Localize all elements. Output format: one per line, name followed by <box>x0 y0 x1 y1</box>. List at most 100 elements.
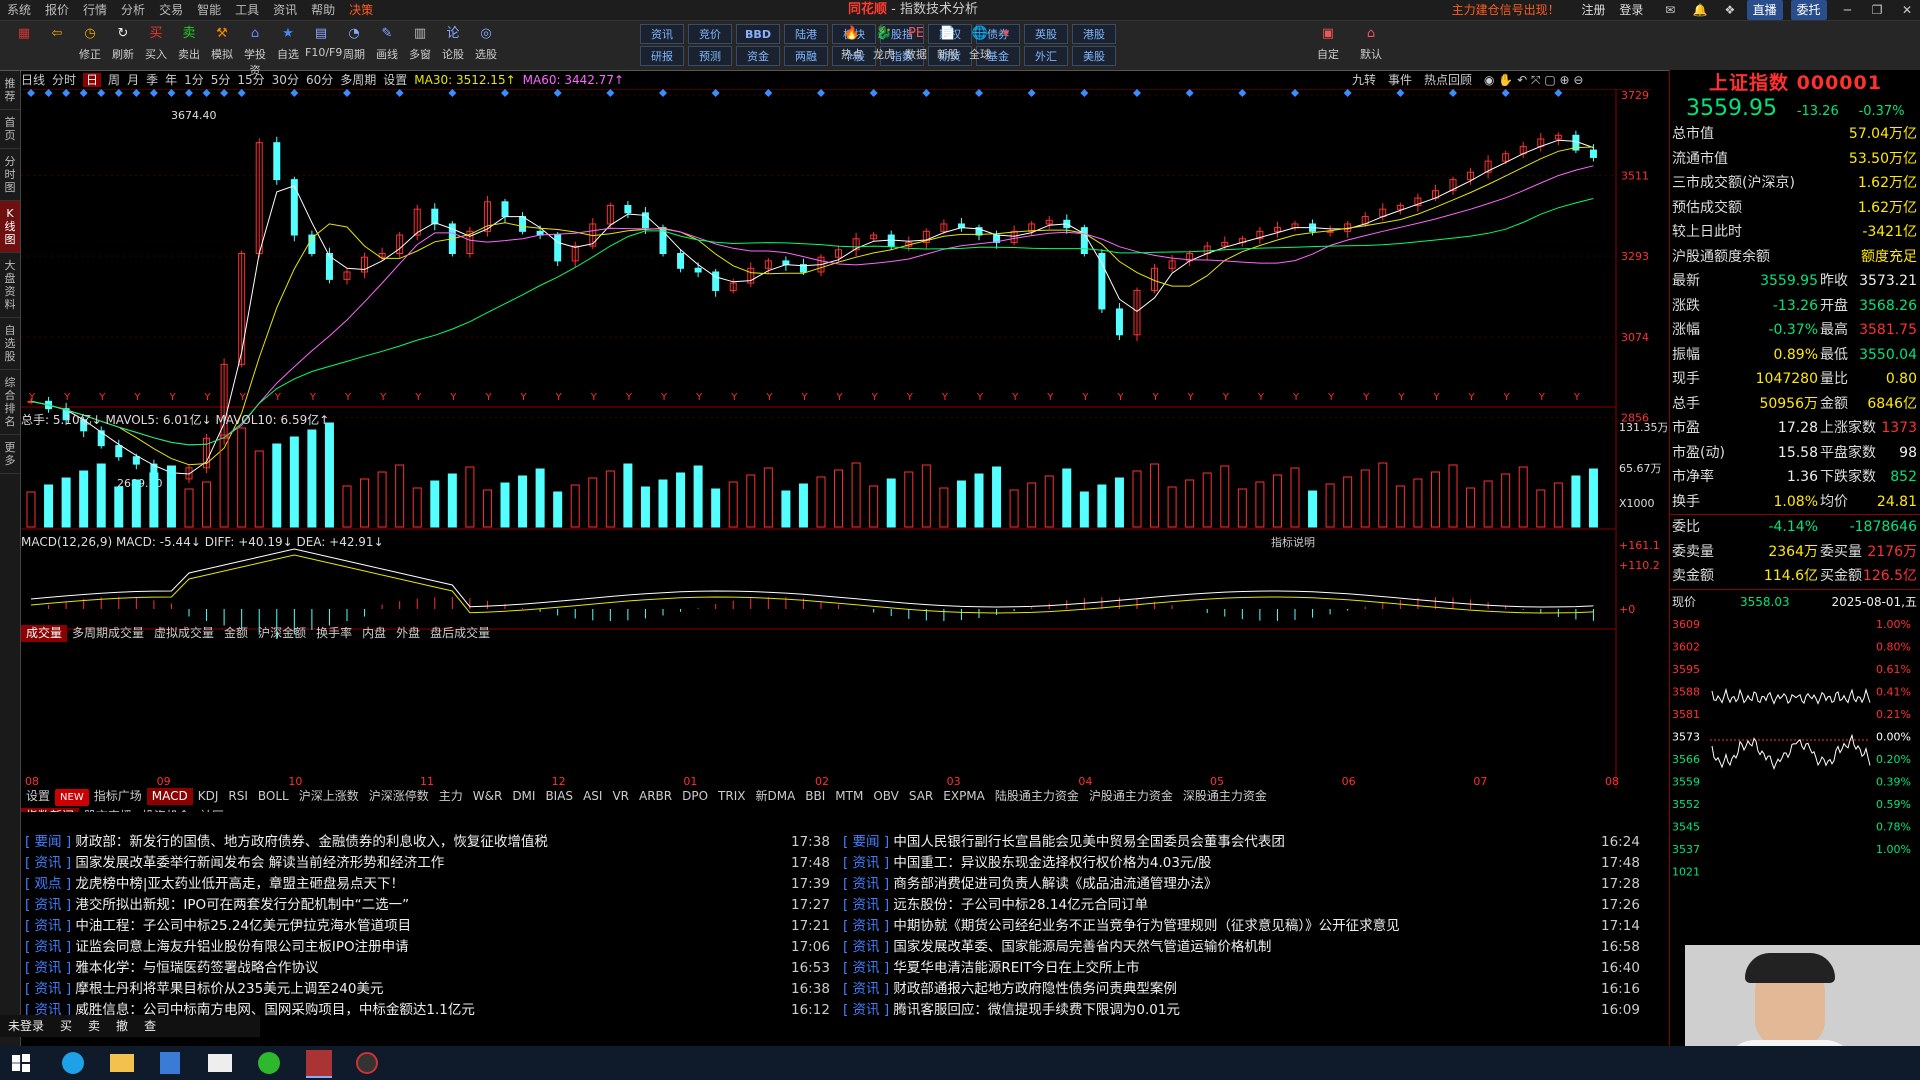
ind-tab-14[interactable]: VR <box>607 788 634 805</box>
news-item[interactable]: [ 资讯 ] 中期协就《期货公司经纪业务不正当竞争行为管理规则（征求意见稿）》公… <box>843 916 1641 937</box>
ind-tab-13[interactable]: ASI <box>578 788 607 805</box>
period-5[interactable]: 季 <box>146 73 158 87</box>
tool-right-3[interactable]: 📄 新股 <box>932 23 964 62</box>
ind-tab-16[interactable]: DPO <box>677 788 713 805</box>
recorder-icon[interactable] <box>356 1052 378 1074</box>
ind-tab-25[interactable]: 沪股通主力资金 <box>1084 788 1178 805</box>
news-title[interactable]: 中油工程：子公司中标25.24亿美元伊拉克海水管道项目 <box>75 918 411 934</box>
news-title[interactable]: 港交所拟出新规：IPO可在两套发行分配机制中“二选一” <box>75 897 409 913</box>
menu-5[interactable]: 智能 <box>190 0 228 20</box>
ind-tab-23[interactable]: EXPMA <box>938 788 990 805</box>
chart-tool-icons[interactable]: ◉ ✋ ↶ ⤧ ▢ ⊕ ⊖ <box>1484 73 1583 87</box>
chart-btn-1[interactable]: 事件 <box>1388 73 1412 87</box>
left-tab-7[interactable]: 更多 <box>0 435 20 474</box>
tool-right-5[interactable]: ▾ <box>990 23 1022 46</box>
quick-top-8[interactable]: 英股 <box>1024 24 1068 44</box>
toolbar-btn-5[interactable]: 卖卖出 <box>173 23 205 62</box>
quick-bot-8[interactable]: 外汇 <box>1024 46 1068 66</box>
quick-bot-0[interactable]: 研报 <box>640 46 684 66</box>
gift-icon[interactable]: ❖ <box>1717 0 1743 20</box>
agent-button[interactable]: 委托 <box>1790 0 1827 20</box>
left-tab-5[interactable]: 自选股 <box>0 318 20 370</box>
toolbar-btn-2[interactable]: ◷ 修正 <box>74 23 106 62</box>
news-title[interactable]: 中期协就《期货公司经纪业务不正当竞争行为管理规则（征求意见稿）》公开征求意见 <box>893 918 1399 934</box>
period-1[interactable]: 分时 <box>52 73 76 87</box>
period-7[interactable]: 1分 <box>184 73 204 87</box>
status-item-1[interactable]: 买 <box>60 1019 72 1033</box>
intraday-mini-chart[interactable]: 3609 3602 3595 3588 3581 3573 3566 3559 3552 3545… <box>1670 614 1920 914</box>
ind-tab-10[interactable]: W&R <box>468 788 508 805</box>
tool-right-7[interactable]: ⌂ 默认 <box>1355 23 1387 62</box>
news-title[interactable]: 远东股份：子公司中标28.14亿元合同订单 <box>893 897 1148 913</box>
news-item[interactable]: [ 资讯 ] 中国重工：异议股东现金选择权行权价格为4.03元/股 17:48 <box>843 853 1641 874</box>
tool-right-1[interactable]: 🐉 龙虎 <box>868 23 900 62</box>
menu-4[interactable]: 交易 <box>152 0 190 20</box>
toolbar-btn-13[interactable]: 论论股 <box>437 23 469 62</box>
news-title[interactable]: 财政部：新发行的国债、地方政府债券、金融债券的利息收入，恢复征收增值税 <box>75 834 548 850</box>
vol-tab-6[interactable]: 内盘 <box>357 625 391 642</box>
login-link[interactable]: 登录 <box>1619 3 1643 17</box>
ind-tab-20[interactable]: MTM <box>830 788 868 805</box>
menu-8[interactable]: 帮助 <box>304 0 342 20</box>
ind-tab-8[interactable]: 沪深涨停数 <box>364 788 434 805</box>
quick-top-9[interactable]: 港股 <box>1072 24 1116 44</box>
menu-0[interactable]: 系统 <box>0 0 38 20</box>
store-icon[interactable] <box>160 1052 180 1074</box>
news-item[interactable]: [ 资讯 ] 国家发展改革委举行新闻发布会 解读当前经济形势和经济工作 17:48 <box>25 853 831 874</box>
period-4[interactable]: 月 <box>127 73 139 87</box>
left-tab-4[interactable]: 大盘资料 <box>0 253 20 318</box>
tool-right-2[interactable]: PE 数据 <box>900 23 932 62</box>
vol-tab-0[interactable]: 成交量 <box>21 625 68 642</box>
news-item[interactable]: [ 资讯 ] 中油工程：子公司中标25.24亿美元伊拉克海水管道项目 17:21 <box>25 916 831 937</box>
ind-tab-24[interactable]: 陆股通主力资金 <box>990 788 1084 805</box>
news-title[interactable]: 雅本化学：与恒瑞医药签署战略合作协议 <box>75 960 318 976</box>
news-item[interactable]: [ 资讯 ] 华夏华电清洁能源REIT今日在上交所上市 16:40 <box>843 958 1641 979</box>
quick-bot-3[interactable]: 两融 <box>784 46 828 66</box>
left-tab-6[interactable]: 综合排名 <box>0 370 20 435</box>
menu-2[interactable]: 行情 <box>76 0 114 20</box>
ind-tab-18[interactable]: 新DMA <box>750 788 800 805</box>
restore-icon[interactable]: ❐ <box>1864 0 1890 20</box>
ind-tab-17[interactable]: TRIX <box>713 788 750 805</box>
vol-tab-4[interactable]: 沪深金额 <box>253 625 311 642</box>
ind-tab-2[interactable]: 指标广场 <box>89 788 147 805</box>
status-item-0[interactable]: 未登录 <box>8 1019 44 1033</box>
mail-app-icon[interactable] <box>208 1054 232 1072</box>
ind-tab-15[interactable]: ARBR <box>634 788 677 805</box>
toolbar-btn-10[interactable]: ◔ 周期 <box>338 23 370 62</box>
toolbar-btn-14[interactable]: ◎ 选股 <box>470 23 502 62</box>
vol-tab-7[interactable]: 外盘 <box>391 625 425 642</box>
news-item[interactable]: [ 资讯 ] 远东股份：子公司中标28.14亿元合同订单 17:26 <box>843 895 1641 916</box>
period-11[interactable]: 60分 <box>306 73 333 87</box>
quick-top-3[interactable]: 陆港 <box>784 24 828 44</box>
chart-btn-2[interactable]: 热点回顾 <box>1424 73 1472 87</box>
news-title[interactable]: 财政部通报六起地方政府隐性债务问责典型案例 <box>893 981 1177 997</box>
left-tab-2[interactable]: 分时图 <box>0 149 20 201</box>
period-10[interactable]: 30分 <box>272 73 299 87</box>
period-9[interactable]: 15分 <box>237 73 264 87</box>
news-title[interactable]: 证监会同意上海友升铝业股份有限公司主板IPO注册申请 <box>75 939 408 955</box>
toolbar-btn-0[interactable]: ▦ <box>8 23 40 46</box>
ind-tab-0[interactable]: 设置 <box>21 788 55 805</box>
news-item[interactable]: [ 资讯 ] 财政部通报六起地方政府隐性债务问责典型案例 16:16 <box>843 979 1641 1000</box>
ind-tab-19[interactable]: BBI <box>800 788 830 805</box>
menu-3[interactable]: 分析 <box>114 0 152 20</box>
toolbar-btn-7[interactable]: ⌂ 学投资 <box>239 23 271 78</box>
quick-bot-9[interactable]: 美股 <box>1072 46 1116 66</box>
news-item[interactable]: [ 资讯 ] 证监会同意上海友升铝业股份有限公司主板IPO注册申请 17:06 <box>25 937 831 958</box>
period-12[interactable]: 多周期 <box>340 73 376 87</box>
news-item[interactable]: [ 要闻 ] 中国人民银行副行长宣昌能会见美中贸易全国委员会董事会代表团 16:2… <box>843 832 1641 853</box>
quick-bot-2[interactable]: 资金 <box>736 46 780 66</box>
period-6[interactable]: 年 <box>165 73 177 87</box>
quick-bot-1[interactable]: 预测 <box>688 46 732 66</box>
menu-7[interactable]: 资讯 <box>266 0 304 20</box>
file-explorer-icon[interactable] <box>110 1054 134 1072</box>
news-title[interactable]: 商务部消费促进司负责人解读《成品油流通管理办法》 <box>893 876 1217 892</box>
menu-1[interactable]: 报价 <box>38 0 76 20</box>
ind-tab-4[interactable]: KDJ <box>193 788 224 805</box>
news-item[interactable]: [ 要闻 ] 财政部：新发行的国债、地方政府债券、金融债券的利息收入，恢复征收增… <box>25 832 831 853</box>
period-3[interactable]: 周 <box>108 73 120 87</box>
news-title[interactable]: 腾讯客服回应：微信提现手续费下限调为0.01元 <box>893 1002 1180 1018</box>
toolbar-btn-4[interactable]: 买买入 <box>140 23 172 62</box>
ind-tab-1[interactable]: NEW <box>55 789 89 806</box>
